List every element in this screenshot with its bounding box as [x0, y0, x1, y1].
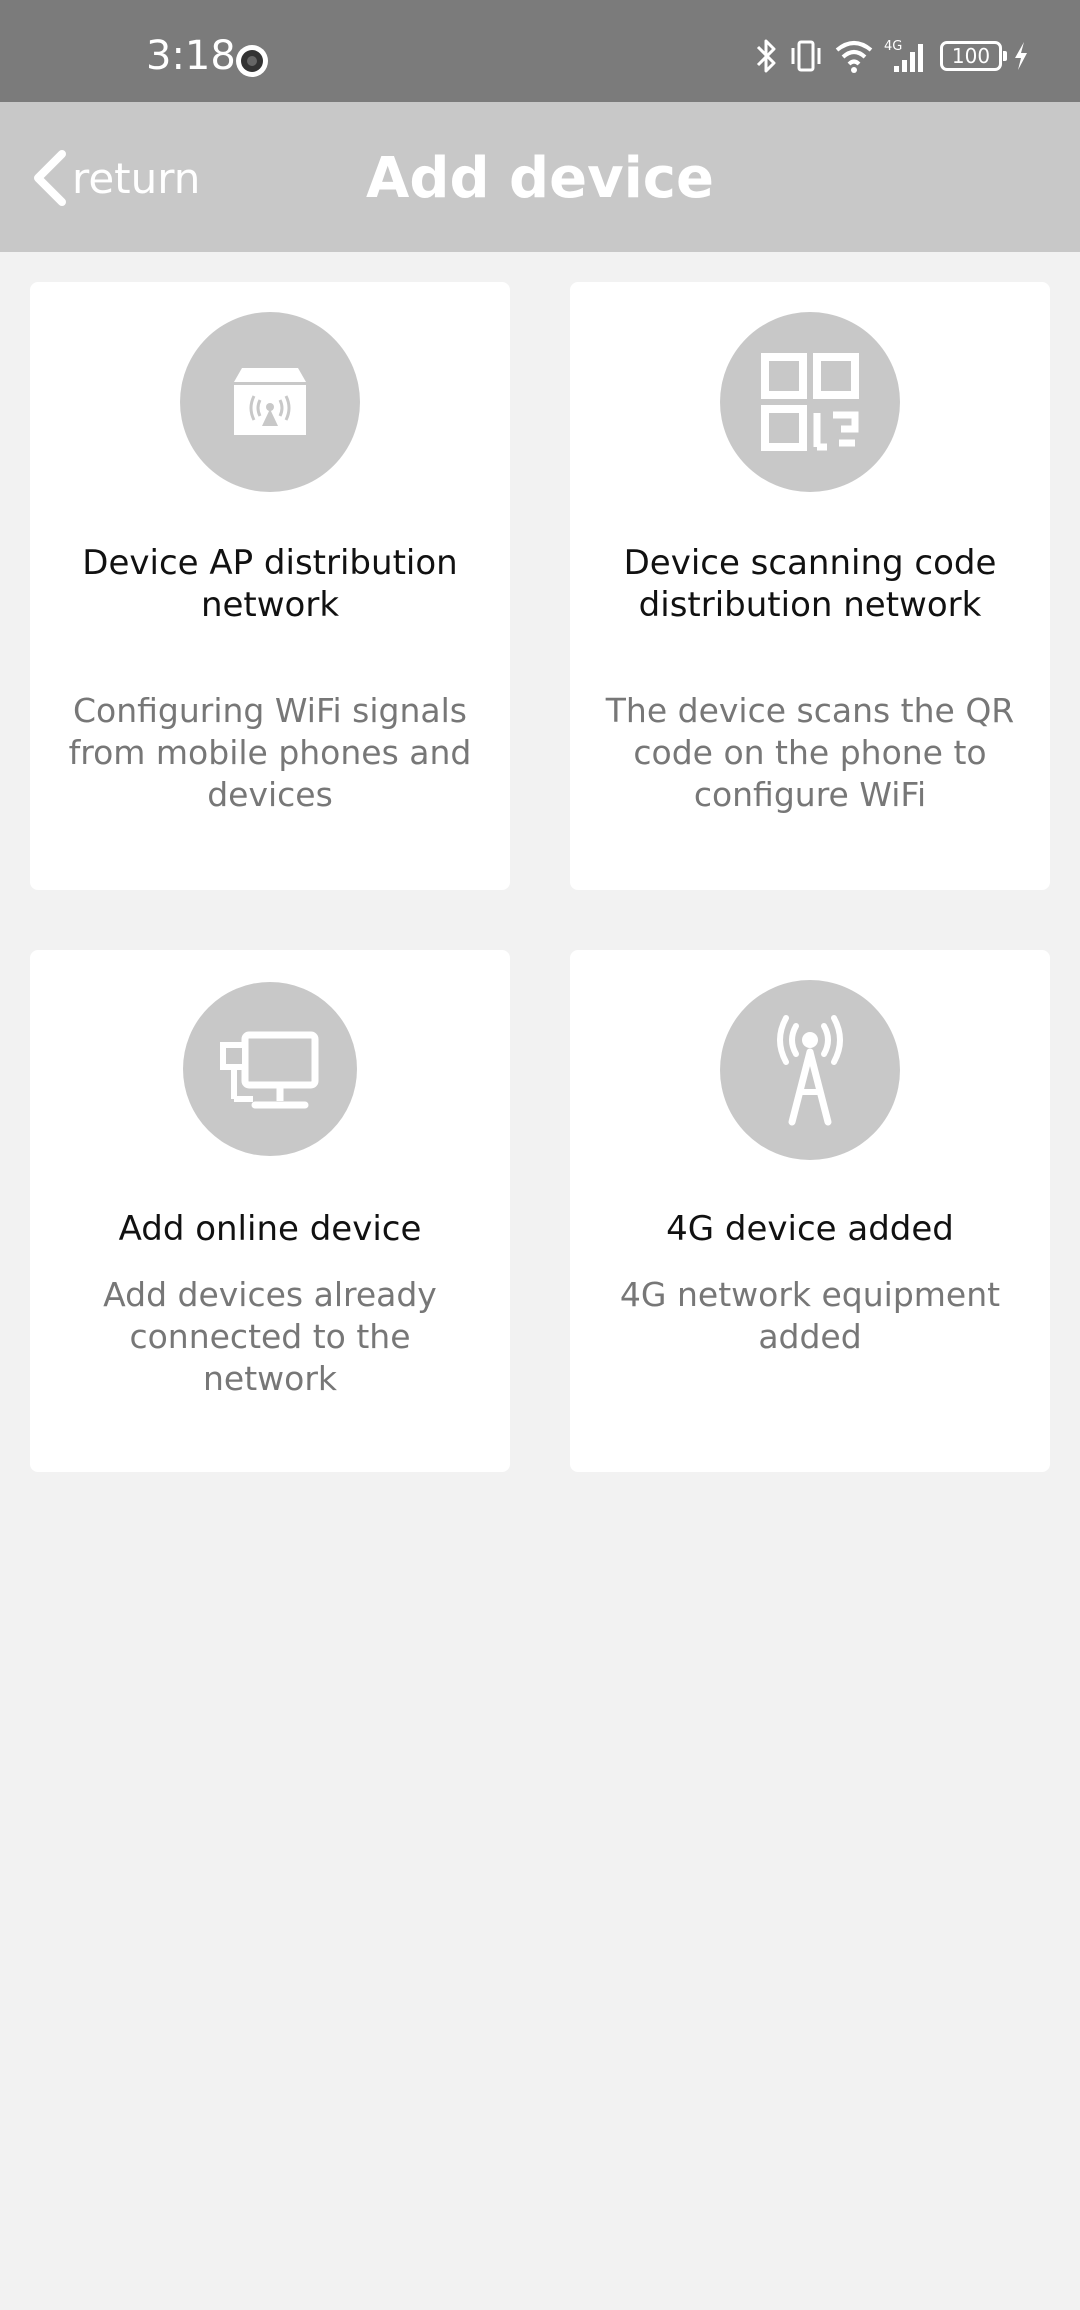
card-title: Device AP distribution network [82, 543, 458, 625]
charging-icon [1015, 42, 1027, 70]
network-monitor-icon [220, 1031, 319, 1109]
qr-code-icon [761, 353, 859, 451]
back-button[interactable]: return [30, 146, 200, 210]
card-description: Add devices already connected to the net… [103, 1275, 437, 1398]
status-bar: 3:18 4G 100 [0, 0, 1080, 102]
camera-icon [236, 45, 268, 77]
vibrate-icon [791, 40, 821, 72]
battery-level: 100 [951, 44, 991, 68]
bluetooth-icon [756, 39, 776, 73]
battery-icon: 100 [940, 41, 1007, 71]
card-description: Configuring WiFi signals from mobile pho… [68, 691, 472, 814]
card-title: 4G device added [666, 1209, 954, 1249]
option-card-online[interactable]: Add online device Add devices already co… [30, 950, 510, 1472]
status-time: 3:18 [146, 33, 236, 79]
app-header: return Add device [0, 102, 1080, 252]
card-title: Add online device [118, 1209, 422, 1249]
back-label: return [72, 153, 201, 203]
option-card-4g[interactable]: 4G device added 4G network equipment add… [570, 950, 1050, 1472]
status-icons: 4G 100 [754, 36, 1030, 76]
cell-tower-icon [777, 1015, 843, 1126]
card-description: 4G network equipment added [619, 1275, 1001, 1356]
ap-router-icon [234, 368, 306, 435]
network-type-label: 4G [884, 39, 902, 54]
option-card-ap[interactable]: Device AP distribution network Configuri… [30, 282, 510, 890]
option-card-qr[interactable]: Device scanning code distribution networ… [570, 282, 1050, 890]
signal-icon: 4G [884, 39, 923, 72]
card-title: Device scanning code distribution networ… [623, 543, 997, 625]
chevron-left-icon [34, 150, 66, 206]
card-description: The device scans the QR code on the phon… [605, 691, 1015, 814]
wifi-icon [835, 41, 873, 73]
